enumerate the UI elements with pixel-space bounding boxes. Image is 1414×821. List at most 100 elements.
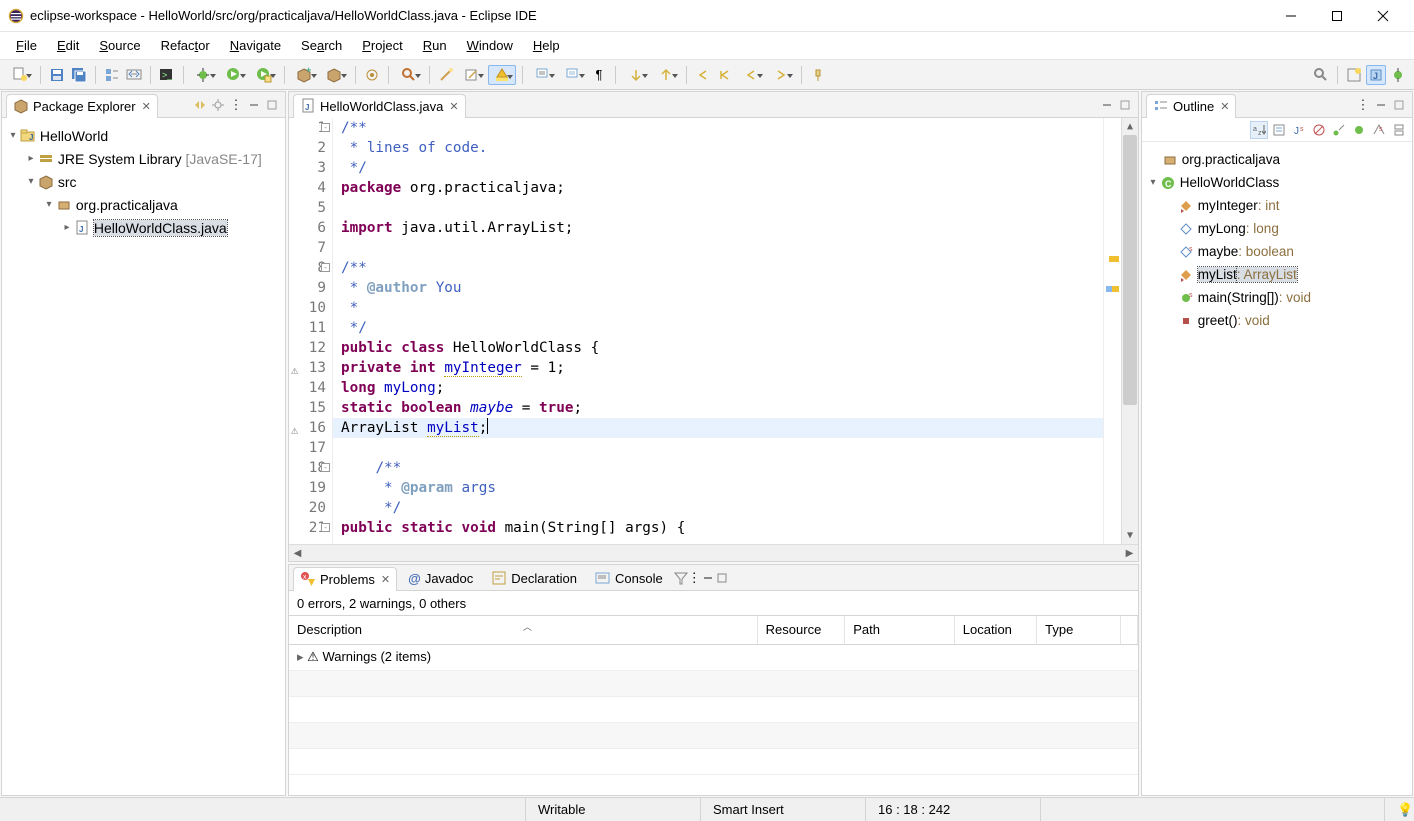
tab-console[interactable]: Console <box>588 566 670 590</box>
view-menu-button[interactable]: ⋮ <box>227 96 245 114</box>
highlight-button[interactable] <box>488 65 516 85</box>
editor-body[interactable]: 1-2345678-910111213⚠141516⚠1718-192021- … <box>289 118 1138 544</box>
outline-member[interactable]: myList : ArrayList <box>1146 263 1408 286</box>
hide-static-button[interactable]: s <box>1370 121 1388 139</box>
outline-member[interactable]: s maybe : boolean <box>1146 240 1408 263</box>
col-description[interactable]: Description︿ <box>289 616 757 644</box>
filter-static-button[interactable]: Js <box>1290 121 1308 139</box>
filter-button[interactable] <box>674 571 688 585</box>
outline-class[interactable]: ▾C HelloWorldClass <box>1146 171 1408 194</box>
annotation-nav-button-1[interactable] <box>622 65 650 85</box>
view-menu-button[interactable]: ⋮ <box>688 570 701 586</box>
open-perspective-button[interactable] <box>1344 65 1364 85</box>
menu-navigate[interactable]: Navigate <box>220 36 291 55</box>
minimize-button[interactable] <box>701 571 715 585</box>
sort-button[interactable]: az <box>1250 121 1268 139</box>
project-node[interactable]: ▾J HelloWorld <box>6 124 281 147</box>
outline-member[interactable]: myLong : long <box>1146 217 1408 240</box>
col-location[interactable]: Location <box>954 616 1036 644</box>
focus-button[interactable] <box>209 96 227 114</box>
nav-back-button[interactable] <box>693 65 713 85</box>
code-area[interactable]: /** * lines of code. */package org.pract… <box>333 118 1103 544</box>
minimize-view-button[interactable] <box>1372 96 1390 114</box>
debug-button[interactable] <box>190 65 218 85</box>
editor-tab[interactable]: J HelloWorldClass.java ✕ <box>293 94 466 118</box>
nav-last-button[interactable] <box>715 65 735 85</box>
outline-tree[interactable]: org.practicaljava ▾C HelloWorldClass myI… <box>1142 142 1412 795</box>
coverage-button[interactable] <box>250 65 278 85</box>
open-type-button[interactable] <box>362 65 382 85</box>
window-close-button[interactable] <box>1360 0 1406 31</box>
menu-project[interactable]: Project <box>352 36 412 55</box>
close-icon[interactable]: ✕ <box>381 573 390 586</box>
pin-button[interactable] <box>808 65 828 85</box>
history-fwd-button[interactable] <box>767 65 795 85</box>
maximize-button[interactable] <box>715 571 729 585</box>
link-editor-button[interactable] <box>191 96 209 114</box>
hide-fields-button[interactable] <box>1350 121 1368 139</box>
menu-edit[interactable]: Edit <box>47 36 89 55</box>
outline-package[interactable]: org.practicaljava <box>1146 148 1408 171</box>
minimize-view-button[interactable] <box>245 96 263 114</box>
outline-member[interactable]: s main(String[]) : void <box>1146 286 1408 309</box>
menu-file[interactable]: File <box>6 36 47 55</box>
package-explorer-tab[interactable]: Package Explorer ✕ <box>6 94 158 118</box>
vertical-scrollbar[interactable]: ▲ ▼ <box>1121 118 1138 544</box>
minimize-editor-button[interactable] <box>1098 96 1116 114</box>
close-icon[interactable]: ✕ <box>1220 100 1229 113</box>
overview-ruler[interactable] <box>1103 118 1121 544</box>
outline-tab[interactable]: Outline ✕ <box>1146 94 1236 118</box>
tab-javadoc[interactable]: @ Javadoc <box>401 566 480 590</box>
terminal-button[interactable]: >_ <box>157 65 177 85</box>
history-back-button[interactable] <box>737 65 765 85</box>
link-button[interactable] <box>1390 121 1408 139</box>
line-gutter[interactable]: 1-2345678-910111213⚠141516⚠1718-192021- <box>289 118 333 544</box>
menu-window[interactable]: Window <box>457 36 523 55</box>
toggle-button-1[interactable] <box>102 65 122 85</box>
new-button[interactable] <box>6 65 34 85</box>
filter-local-button[interactable] <box>1330 121 1348 139</box>
horizontal-scrollbar[interactable]: ◀▶ <box>289 544 1138 561</box>
wand-button[interactable] <box>436 65 456 85</box>
save-all-button[interactable] <box>69 65 89 85</box>
menu-source[interactable]: Source <box>89 36 150 55</box>
switch-editor-button[interactable] <box>124 65 144 85</box>
toggle-comment-button[interactable] <box>529 65 557 85</box>
col-resource[interactable]: Resource <box>757 616 845 644</box>
run-button[interactable] <box>220 65 248 85</box>
search-button[interactable] <box>395 65 423 85</box>
view-menu-button[interactable]: ⋮ <box>1354 96 1372 114</box>
menu-help[interactable]: Help <box>523 36 570 55</box>
tab-problems[interactable]: x Problems ✕ <box>293 567 397 591</box>
tab-declaration[interactable]: Declaration <box>484 566 584 590</box>
window-maximize-button[interactable] <box>1314 0 1360 31</box>
filter-fields-button[interactable] <box>1270 121 1288 139</box>
menu-refactor[interactable]: Refactor <box>151 36 220 55</box>
show-whitespace-button[interactable]: ¶ <box>589 65 609 85</box>
package-explorer-tree[interactable]: ▾J HelloWorld ▸ JRE System Library [Java… <box>2 118 285 795</box>
maximize-view-button[interactable] <box>1390 96 1408 114</box>
filter-nonpublic-button[interactable] <box>1310 121 1328 139</box>
jre-node[interactable]: ▸ JRE System Library [JavaSE-17] <box>6 147 281 170</box>
file-node[interactable]: ▸J HelloWorldClass.java <box>6 216 281 239</box>
problems-table[interactable]: Description︿ Resource Path Location Type… <box>289 615 1138 795</box>
src-node[interactable]: ▾ src <box>6 170 281 193</box>
quick-access-button[interactable] <box>1311 65 1331 85</box>
wizard-button[interactable] <box>458 65 486 85</box>
tip-button[interactable]: 💡 <box>1384 798 1414 821</box>
window-minimize-button[interactable] <box>1268 0 1314 31</box>
debug-perspective-button[interactable] <box>1388 65 1408 85</box>
outline-member[interactable]: greet() : void <box>1146 309 1408 332</box>
block-select-button[interactable] <box>559 65 587 85</box>
close-icon[interactable]: ✕ <box>142 100 151 113</box>
menu-run[interactable]: Run <box>413 36 457 55</box>
java-perspective-button[interactable]: J <box>1366 65 1386 85</box>
maximize-view-button[interactable] <box>263 96 281 114</box>
outline-member[interactable]: myInteger : int <box>1146 194 1408 217</box>
col-path[interactable]: Path <box>845 616 954 644</box>
col-type[interactable]: Type <box>1037 616 1121 644</box>
menu-search[interactable]: Search <box>291 36 352 55</box>
save-button[interactable] <box>47 65 67 85</box>
close-icon[interactable]: ✕ <box>449 100 458 113</box>
annotation-nav-button-2[interactable] <box>652 65 680 85</box>
